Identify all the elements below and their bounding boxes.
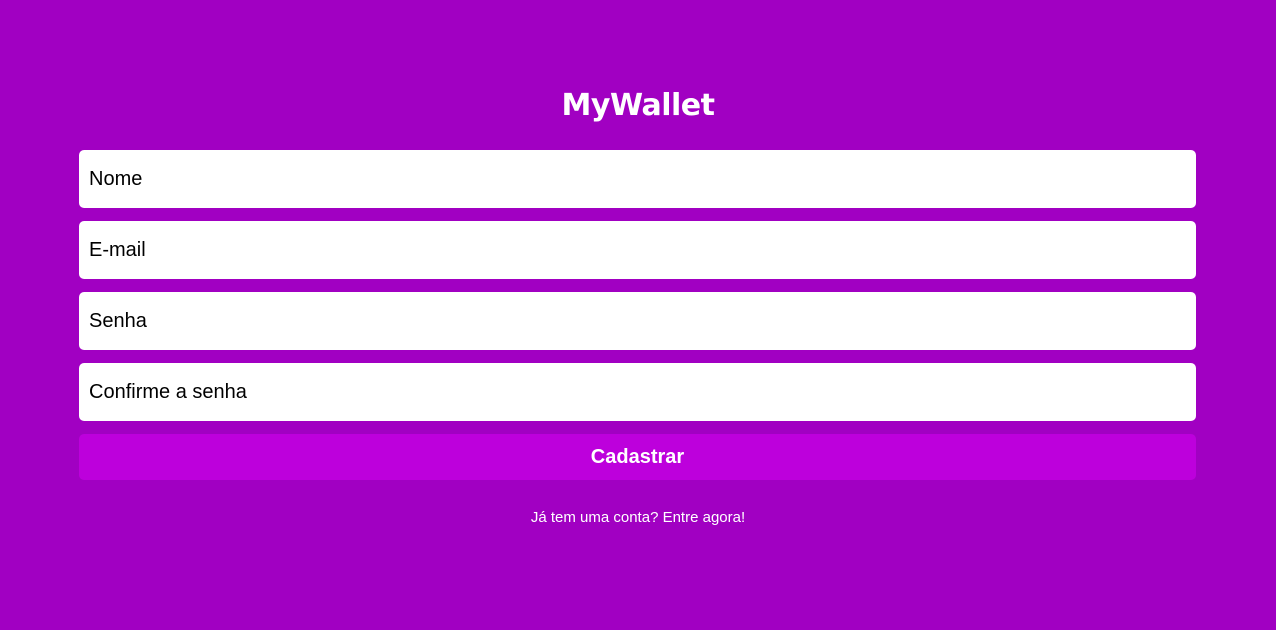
password-input[interactable] <box>79 292 1196 350</box>
signup-page: MyWallet Cadastrar Já tem uma conta? Ent… <box>0 0 1276 630</box>
login-link[interactable]: Já tem uma conta? Entre agora! <box>0 508 1276 528</box>
email-input[interactable] <box>79 221 1196 279</box>
name-input[interactable] <box>79 150 1196 208</box>
confirm-password-input[interactable] <box>79 363 1196 421</box>
signup-button[interactable]: Cadastrar <box>79 434 1196 480</box>
app-logo: MyWallet <box>561 88 715 123</box>
signup-form: Cadastrar <box>79 150 1196 480</box>
